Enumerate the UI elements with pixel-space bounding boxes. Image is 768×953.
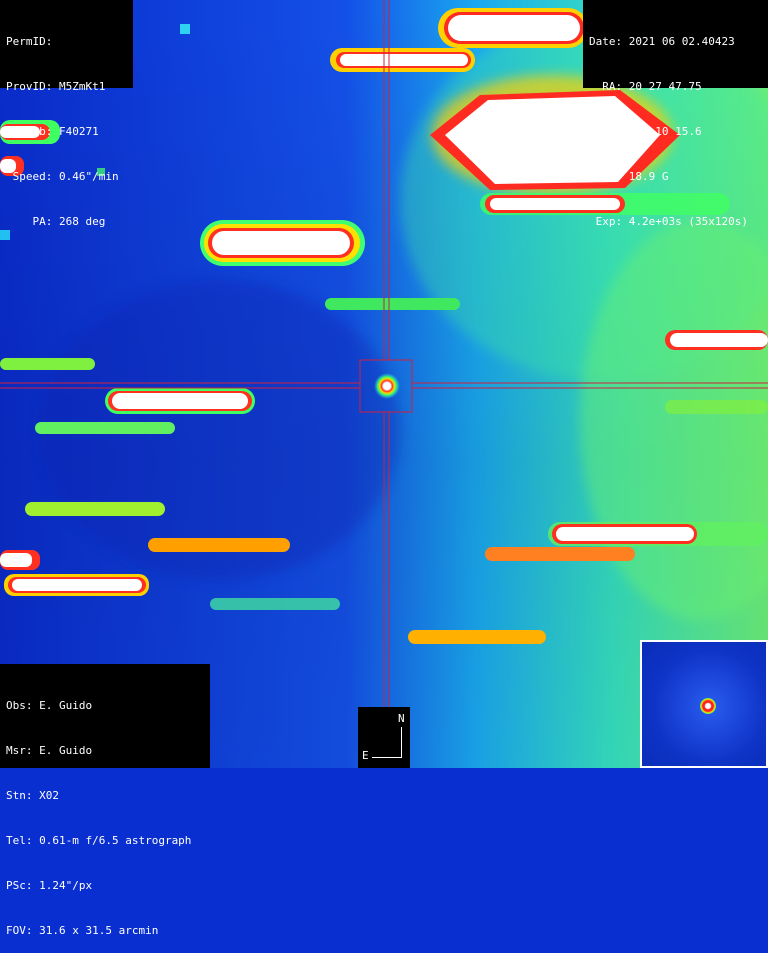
compass-north-line	[401, 727, 402, 758]
compass-rose: N E	[358, 707, 410, 768]
exp-label: Exp: 4.2e+03s (35x120s)	[589, 215, 748, 228]
prov-id-label: ProvID: M5ZmKt1	[6, 80, 106, 93]
pa-label: PA: 268 deg	[6, 215, 106, 228]
compass-north-label: N	[398, 712, 405, 725]
psc-label: PSc: 1.24"/px	[6, 879, 93, 892]
observation-info-top-left: PermID: ProvID: M5ZmKt1 TrkSub: F40271 S…	[0, 0, 133, 228]
thumbnail-target-icon	[700, 698, 716, 714]
mag-label: Mag: 18.9 G	[589, 170, 669, 183]
observation-info-top-right: Date: 2021 06 02.40423 RA: 20 27 47.75 D…	[583, 0, 768, 228]
compass-east-line	[372, 757, 402, 758]
trk-sub-label: TrkSub: F40271	[6, 125, 99, 138]
compass-east-label: E	[362, 749, 369, 762]
observer-info-bottom-left: Obs: E. Guido Msr: E. Guido Stn: X02 Tel…	[0, 664, 210, 937]
target-thumbnail	[640, 640, 768, 768]
stn-label: Stn: X02	[6, 789, 59, 802]
speed-label: Speed: 0.46"/min	[6, 170, 119, 183]
tel-label: Tel: 0.61-m f/6.5 astrograph	[6, 834, 192, 847]
obs-label: Obs: E. Guido	[6, 699, 93, 712]
dec-label: Dec: -51 10 15.6	[589, 125, 702, 138]
msr-label: Msr: E. Guido	[6, 744, 93, 757]
target-asteroid	[374, 373, 400, 399]
date-label: Date: 2021 06 02.40423	[589, 35, 735, 48]
fov-label: FOV: 31.6 x 31.5 arcmin	[6, 924, 159, 937]
perm-id-label: PermID:	[6, 35, 53, 48]
ra-label: RA: 20 27 47.75	[589, 80, 702, 93]
